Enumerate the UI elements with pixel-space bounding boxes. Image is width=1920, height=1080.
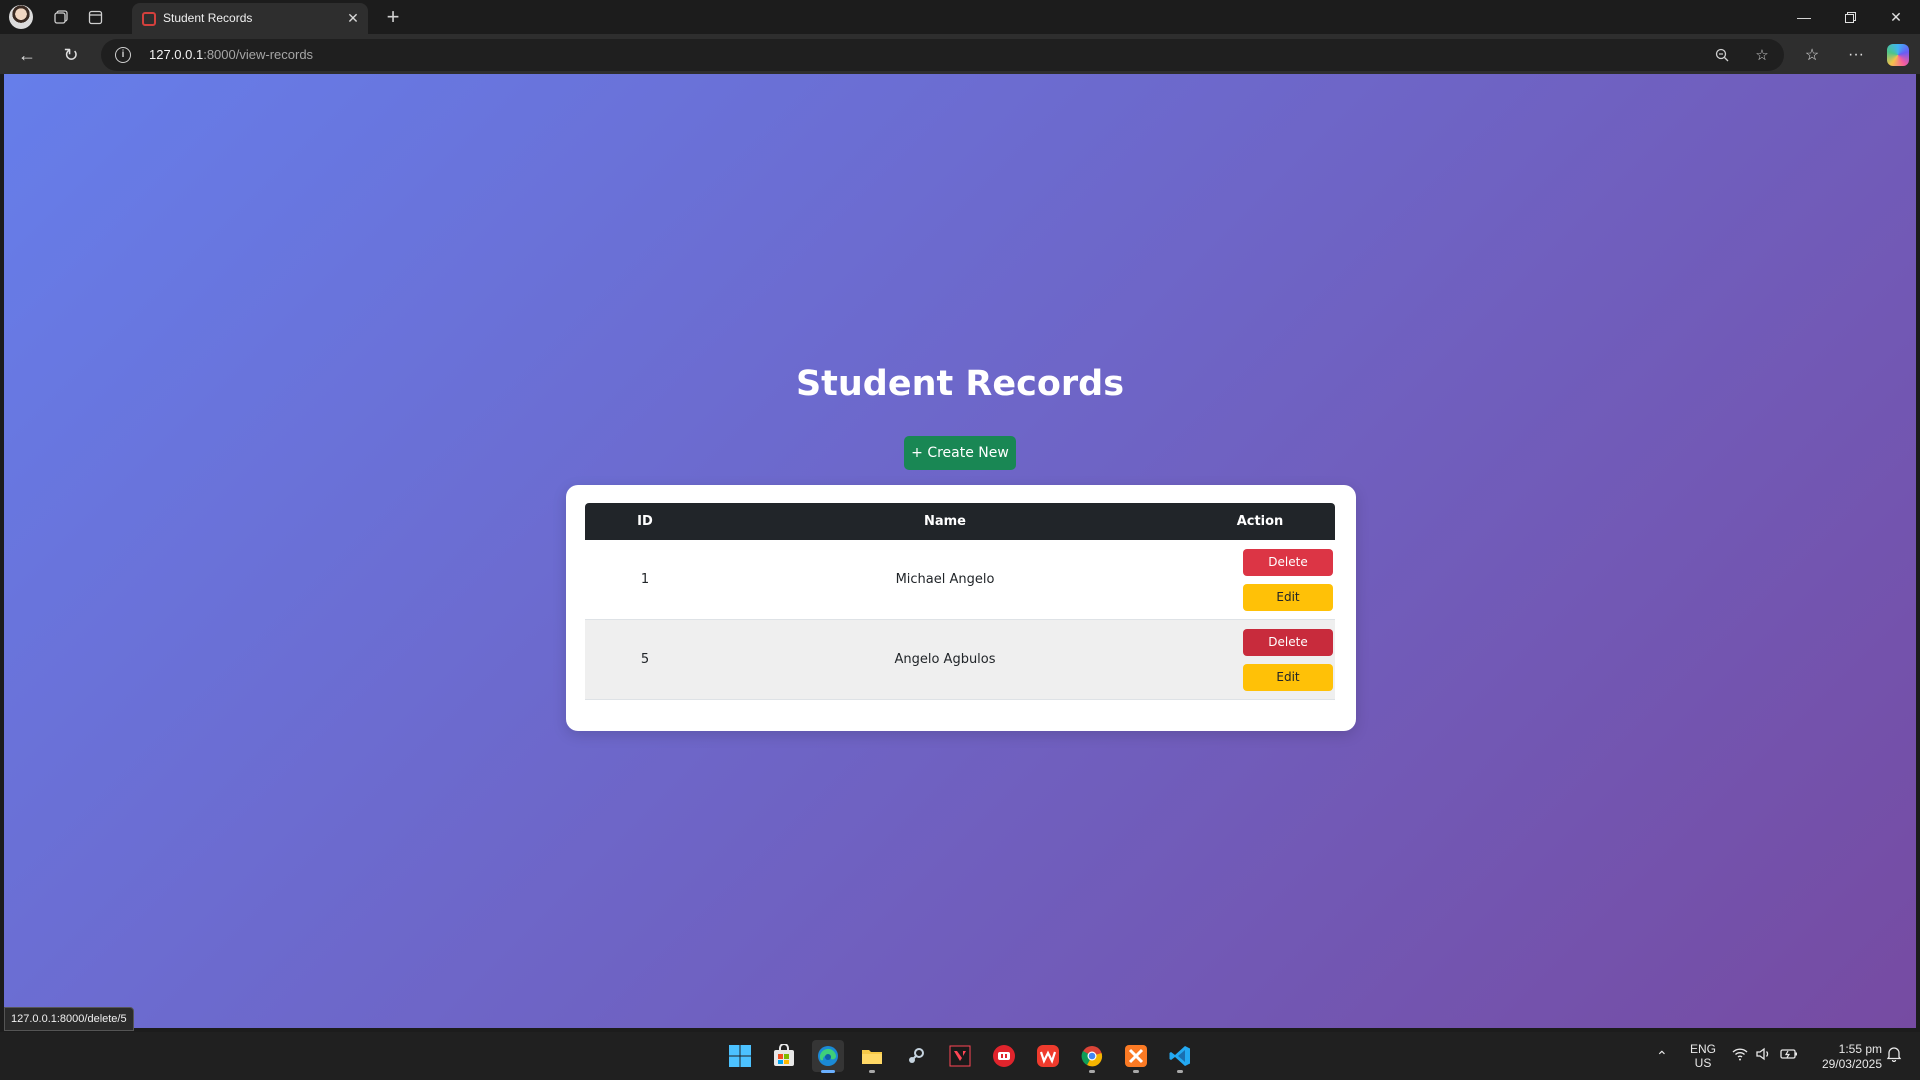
page-viewport: Student Records + Create New ID Name Act… <box>4 74 1916 1028</box>
profile-avatar[interactable] <box>9 5 33 29</box>
wifi-icon[interactable] <box>1732 1047 1748 1064</box>
tab-student-records[interactable]: Student Records ✕ <box>132 3 368 34</box>
header-id: ID <box>585 503 705 540</box>
laravel-favicon-icon <box>142 12 156 26</box>
game-launcher-icon[interactable] <box>988 1040 1020 1072</box>
battery-icon[interactable] <box>1780 1047 1798 1064</box>
running-indicator <box>1133 1070 1139 1073</box>
header-action: Action <box>1185 503 1335 540</box>
cell-id: 5 <box>585 619 705 700</box>
zoom-icon[interactable] <box>1711 44 1733 66</box>
edge-browser-icon[interactable] <box>812 1040 844 1073</box>
cell-id: 1 <box>585 540 705 620</box>
table-row: 1 Michael Angelo Delete Edit <box>585 540 1335 620</box>
clock-time: 1:55 pm <box>1838 1042 1882 1056</box>
steam-icon[interactable] <box>900 1040 932 1072</box>
vscode-icon[interactable] <box>1164 1040 1196 1073</box>
restore-icon[interactable] <box>1827 0 1873 34</box>
volume-icon[interactable] <box>1756 1047 1772 1064</box>
running-indicator <box>1089 1070 1095 1073</box>
clock-date: 29/03/2025 <box>1821 1057 1882 1071</box>
close-window-icon[interactable]: ✕ <box>1873 0 1919 34</box>
windows-taskbar: ⌃ ENG US 1:55 pm 29/03/2025 <box>0 1032 1920 1080</box>
active-indicator <box>821 1070 835 1073</box>
refresh-icon[interactable]: ↻ <box>58 42 84 68</box>
wps-office-icon[interactable] <box>1032 1040 1064 1072</box>
running-indicator <box>869 1070 875 1073</box>
notification-bell-icon[interactable] <box>1886 1046 1902 1065</box>
file-explorer-icon[interactable] <box>856 1040 888 1073</box>
records-card: ID Name Action 1 Michael Angelo Delete E… <box>566 485 1356 731</box>
copilot-icon[interactable] <box>1885 42 1911 68</box>
url-text[interactable]: 127.0.0.1:8000/view-records <box>149 47 313 62</box>
language-region: US <box>1694 1056 1712 1070</box>
collections-icon[interactable] <box>50 6 72 28</box>
page-title: Student Records <box>795 364 1125 404</box>
create-new-button[interactable]: + Create New <box>904 436 1016 470</box>
xampp-icon[interactable] <box>1120 1040 1152 1073</box>
start-windows-icon[interactable] <box>724 1040 756 1072</box>
clock[interactable]: 1:55 pm 29/03/2025 <box>1806 1042 1882 1072</box>
tab-title: Student Records <box>163 11 253 25</box>
more-options-icon[interactable]: ··· <box>1843 42 1869 68</box>
address-bar[interactable]: i 127.0.0.1:8000/view-records ☆ <box>101 39 1784 71</box>
tab-actions-icon[interactable] <box>84 6 106 28</box>
cell-action: Delete Edit <box>1185 619 1335 700</box>
cell-name: Michael Angelo <box>705 540 1185 620</box>
address-bar-row: ← ↻ i 127.0.0.1:8000/view-records ☆ ☆ ··… <box>0 34 1920 74</box>
cell-name: Angelo Agbulos <box>705 619 1185 700</box>
url-host: 127.0.0.1 <box>149 47 204 62</box>
running-indicator <box>1177 1070 1183 1073</box>
microsoft-store-icon[interactable] <box>768 1040 800 1072</box>
header-name: Name <box>705 503 1185 540</box>
chrome-icon[interactable] <box>1076 1040 1108 1073</box>
browser-tab-bar: Student Records ✕ + — ✕ <box>0 0 1920 34</box>
favorites-icon[interactable]: ☆ <box>1799 42 1825 68</box>
table-header-row: ID Name Action <box>585 503 1335 540</box>
close-tab-icon[interactable]: ✕ <box>344 9 362 27</box>
back-arrow-icon[interactable]: ← <box>14 42 40 68</box>
language-code: ENG <box>1690 1042 1717 1056</box>
delete-button[interactable]: Delete <box>1243 628 1333 656</box>
link-status-url: 127.0.0.1:8000/delete/5 <box>4 1007 134 1031</box>
favorite-star-icon[interactable]: ☆ <box>1751 44 1773 66</box>
url-path: :8000/view-records <box>203 47 314 62</box>
show-hidden-icons-chevron-icon[interactable]: ⌃ <box>1656 1048 1668 1065</box>
valorant-icon[interactable] <box>944 1040 976 1072</box>
site-info-icon[interactable]: i <box>115 47 131 63</box>
table-row: 5 Angelo Agbulos Delete Edit <box>585 619 1335 700</box>
records-table: ID Name Action 1 Michael Angelo Delete E… <box>585 503 1335 700</box>
minimize-icon[interactable]: — <box>1781 0 1827 34</box>
language-indicator[interactable]: ENG US <box>1690 1042 1716 1070</box>
delete-button[interactable]: Delete <box>1243 548 1333 576</box>
cell-action: Delete Edit <box>1185 540 1335 620</box>
new-tab-icon[interactable]: + <box>382 4 404 29</box>
edit-button[interactable]: Edit <box>1243 663 1333 691</box>
edit-button[interactable]: Edit <box>1243 583 1333 611</box>
